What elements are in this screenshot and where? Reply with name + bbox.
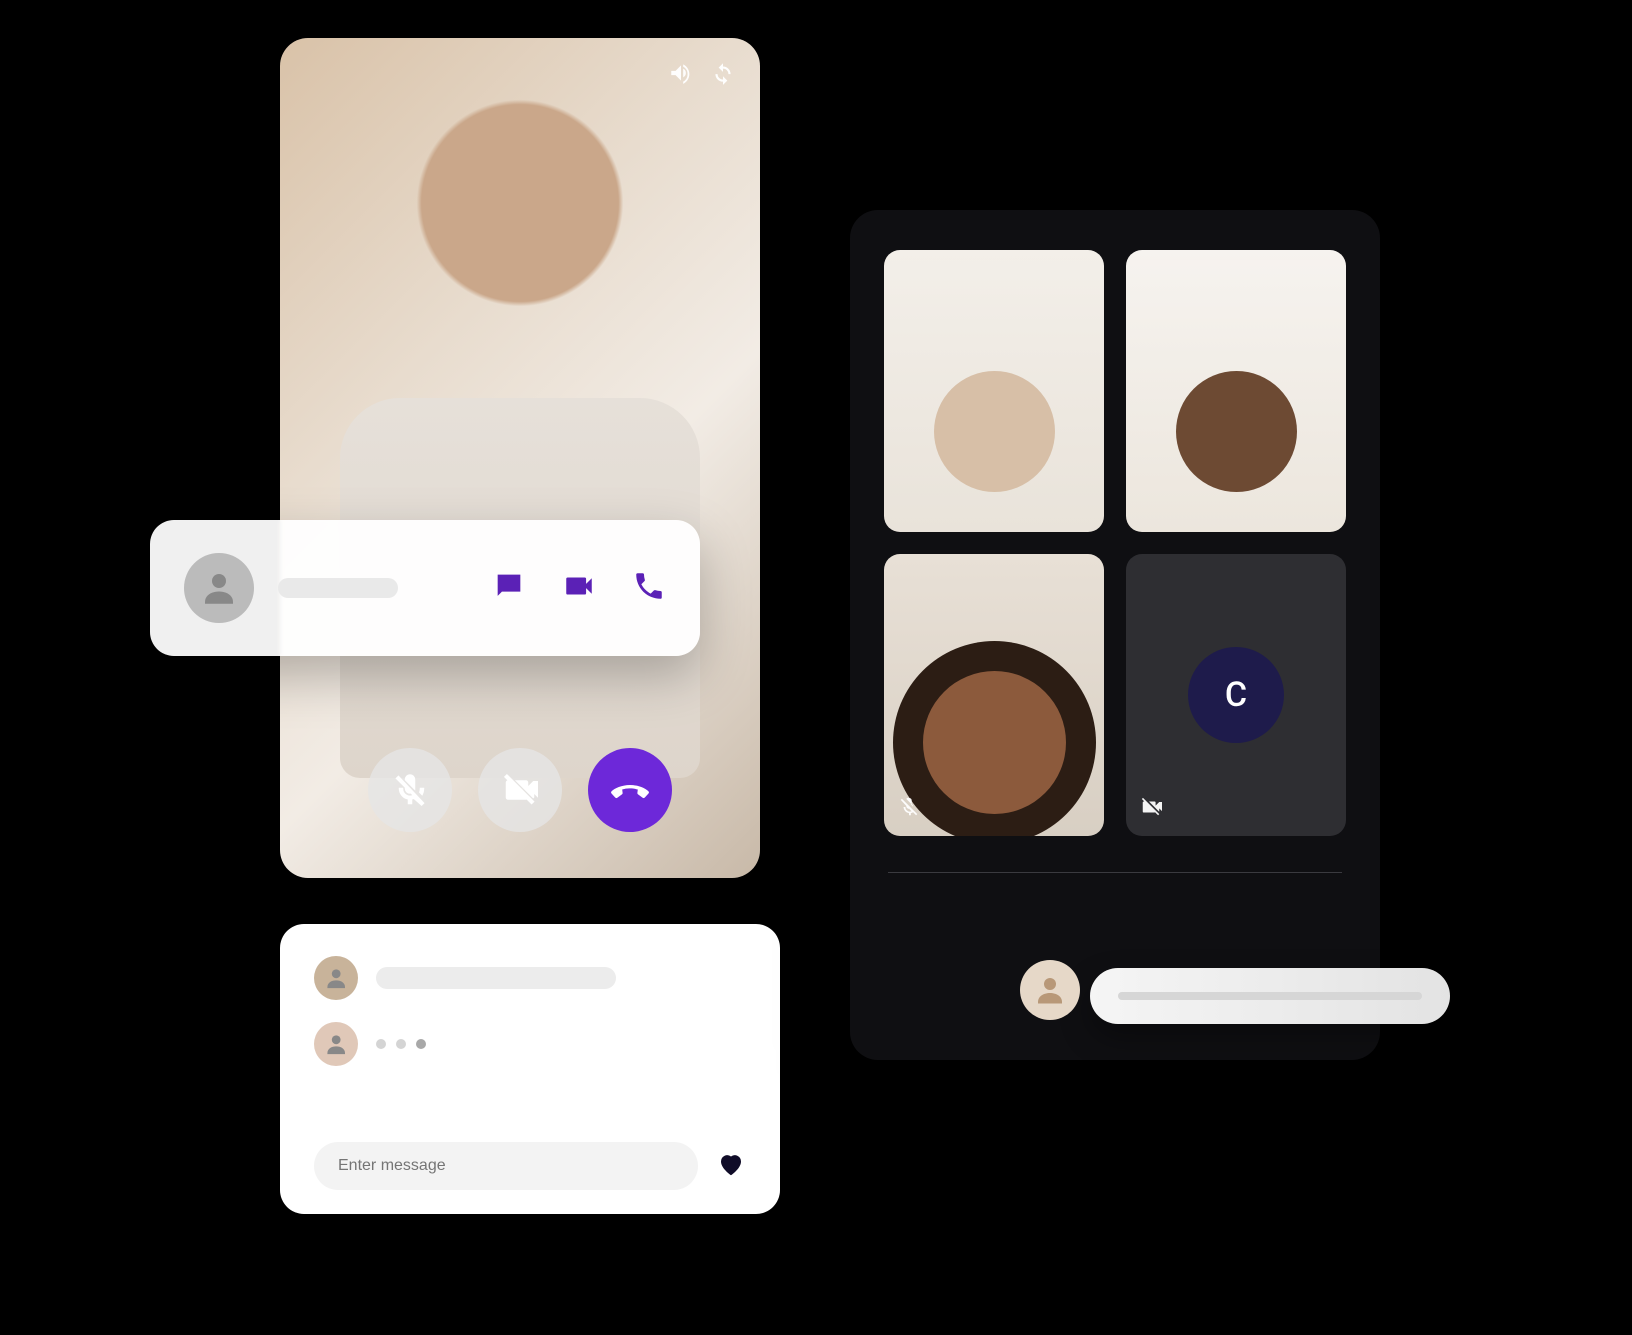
contact-actions	[492, 569, 666, 607]
chat-input-row	[314, 1142, 746, 1190]
participant-tile[interactable]	[884, 554, 1104, 836]
chat-avatar-2	[314, 1022, 358, 1066]
single-video-call-card	[280, 38, 760, 878]
typing-indicator	[376, 1039, 426, 1049]
participant-video	[884, 554, 1104, 836]
divider	[888, 872, 1342, 873]
speaker-icon[interactable]	[668, 60, 694, 90]
mute-mic-button[interactable]	[368, 748, 452, 832]
group-message-row	[884, 903, 1346, 963]
participant-grid: C	[884, 250, 1346, 836]
chat-message-placeholder	[376, 967, 616, 989]
chat-message-row	[314, 956, 746, 1000]
mute-camera-button[interactable]	[478, 748, 562, 832]
contact-avatar	[184, 553, 254, 623]
group-self-avatar	[1020, 960, 1080, 1020]
video-icon[interactable]	[562, 569, 596, 607]
end-call-button[interactable]	[588, 748, 672, 832]
chat-icon[interactable]	[492, 569, 526, 607]
chat-card	[280, 924, 780, 1214]
phone-icon[interactable]	[632, 569, 666, 607]
group-message-input[interactable]	[1090, 968, 1450, 1024]
participant-tile[interactable]	[1126, 250, 1346, 532]
call-top-icons	[668, 60, 736, 90]
heart-icon[interactable]	[716, 1149, 746, 1183]
participant-video	[884, 250, 1104, 532]
chat-typing-row	[314, 1022, 746, 1066]
volume-off-icon	[898, 796, 920, 822]
chat-message-input[interactable]	[314, 1142, 698, 1190]
contact-action-card	[150, 520, 700, 656]
participant-tile[interactable]	[884, 250, 1104, 532]
call-controls	[280, 748, 760, 832]
camera-off-icon	[1140, 796, 1162, 822]
contact-name-placeholder	[278, 578, 398, 598]
participant-initial: C	[1188, 647, 1284, 743]
chat-avatar-1	[314, 956, 358, 1000]
participant-tile-camera-off[interactable]: C	[1126, 554, 1346, 836]
participant-video	[1126, 250, 1346, 532]
switch-camera-icon[interactable]	[710, 60, 736, 90]
group-video-call-card: C	[850, 210, 1380, 1060]
